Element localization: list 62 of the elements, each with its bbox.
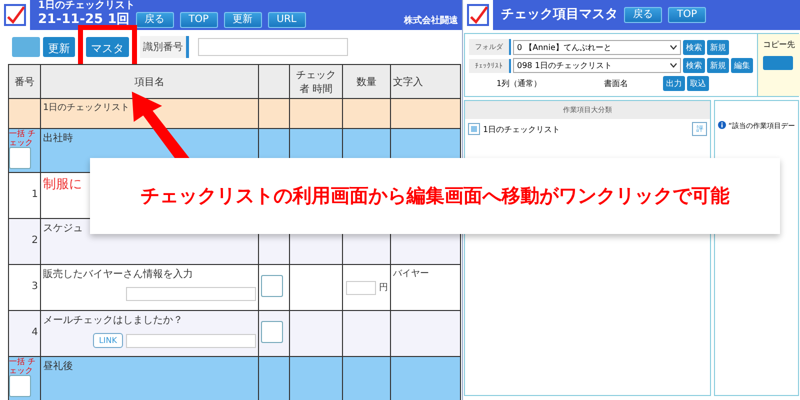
item-checkbox[interactable] — [261, 275, 283, 297]
nav-button[interactable]: 戻る — [136, 12, 174, 28]
item-input-field[interactable] — [126, 334, 256, 348]
toolbar-button[interactable] — [12, 37, 40, 57]
nav-button[interactable]: TOP — [180, 12, 218, 28]
nav-button[interactable]: TOP — [668, 7, 706, 23]
bulk-check-label: 一括 チェック — [9, 129, 37, 147]
column-header: 数量 — [342, 64, 390, 98]
row-number: 3 — [30, 280, 38, 292]
window-title: チェック項目マスタ — [501, 7, 618, 23]
column-header: 項目名 — [40, 64, 258, 98]
info-icon — [718, 121, 726, 129]
nav-button[interactable]: 更新 — [224, 12, 262, 28]
form-button[interactable]: 新規 — [707, 40, 729, 54]
column-header: 文字入 — [390, 64, 460, 98]
id-label: 識別番号 — [140, 36, 189, 58]
section-title: 1日のチェックリスト — [43, 103, 130, 113]
select-field[interactable]: 0 【Annie】てんぷれーと — [513, 40, 681, 54]
unit-label: 円 — [379, 282, 388, 294]
dropdown-caret-icon — [670, 63, 677, 68]
caption-text: チェックリストの利用画面から編集画面へ移動がワンクリックで可能 — [140, 184, 730, 209]
item-title: 販売したバイヤーさん情報を入力 — [43, 268, 194, 281]
form-button[interactable]: 編集 — [731, 58, 753, 73]
row-number: 4 — [30, 326, 38, 338]
form-button[interactable]: 取込 — [687, 76, 709, 91]
nav-button[interactable]: URL — [268, 12, 306, 28]
id-input-field[interactable] — [198, 38, 348, 56]
form-button[interactable]: 新規 — [707, 58, 729, 73]
copy-button[interactable] — [763, 56, 793, 70]
form-button[interactable]: 検索 — [683, 40, 705, 54]
select-field[interactable]: 098 1日のチェックリスト — [513, 58, 681, 73]
item-title: 制服に — [43, 176, 83, 193]
group-title: 昼礼後 — [43, 361, 73, 372]
link-button[interactable]: LINK — [92, 333, 123, 348]
bulk-checkbox[interactable] — [9, 147, 31, 169]
column-header: 番号 — [8, 64, 40, 98]
page-title: 1日のチェックリスト — [38, 0, 136, 12]
item-checkbox[interactable] — [261, 321, 283, 343]
nav-button[interactable]: 戻る — [624, 7, 662, 23]
bulk-check-label: 一括 チェック — [9, 357, 37, 375]
bulk-checkbox[interactable] — [9, 375, 31, 397]
list-icon[interactable] — [468, 123, 480, 135]
item-title: スケジュ — [43, 222, 84, 235]
document-name-label: 書面名 — [603, 78, 629, 89]
date-label: 21-11-25 1回 — [38, 12, 130, 28]
group-title: 出社時 — [43, 133, 73, 144]
copy-target-label: コピー先 — [763, 39, 795, 50]
toolbar-button[interactable]: 更新 — [43, 37, 75, 57]
dropdown-caret-icon — [670, 44, 677, 50]
form-button[interactable]: 検索 — [683, 58, 705, 73]
category-item[interactable]: 1日のチェックリスト — [483, 124, 690, 134]
text-input-label: バイヤー — [393, 269, 429, 279]
column-header: チェック者 時間 — [290, 64, 342, 98]
item-title: メールチェックはしましたか？ — [43, 314, 184, 327]
company-name: 株式会社闘遠 — [404, 14, 458, 26]
row-number: 2 — [30, 234, 38, 246]
column-mode-text: 1列（通常） — [495, 78, 543, 89]
item-input-field[interactable] — [126, 287, 256, 301]
toolbar-button[interactable]: マスタ — [86, 37, 129, 57]
form-button[interactable]: 出力 — [663, 76, 685, 91]
quantity-field[interactable] — [346, 280, 376, 294]
row-number: 1 — [30, 188, 38, 200]
